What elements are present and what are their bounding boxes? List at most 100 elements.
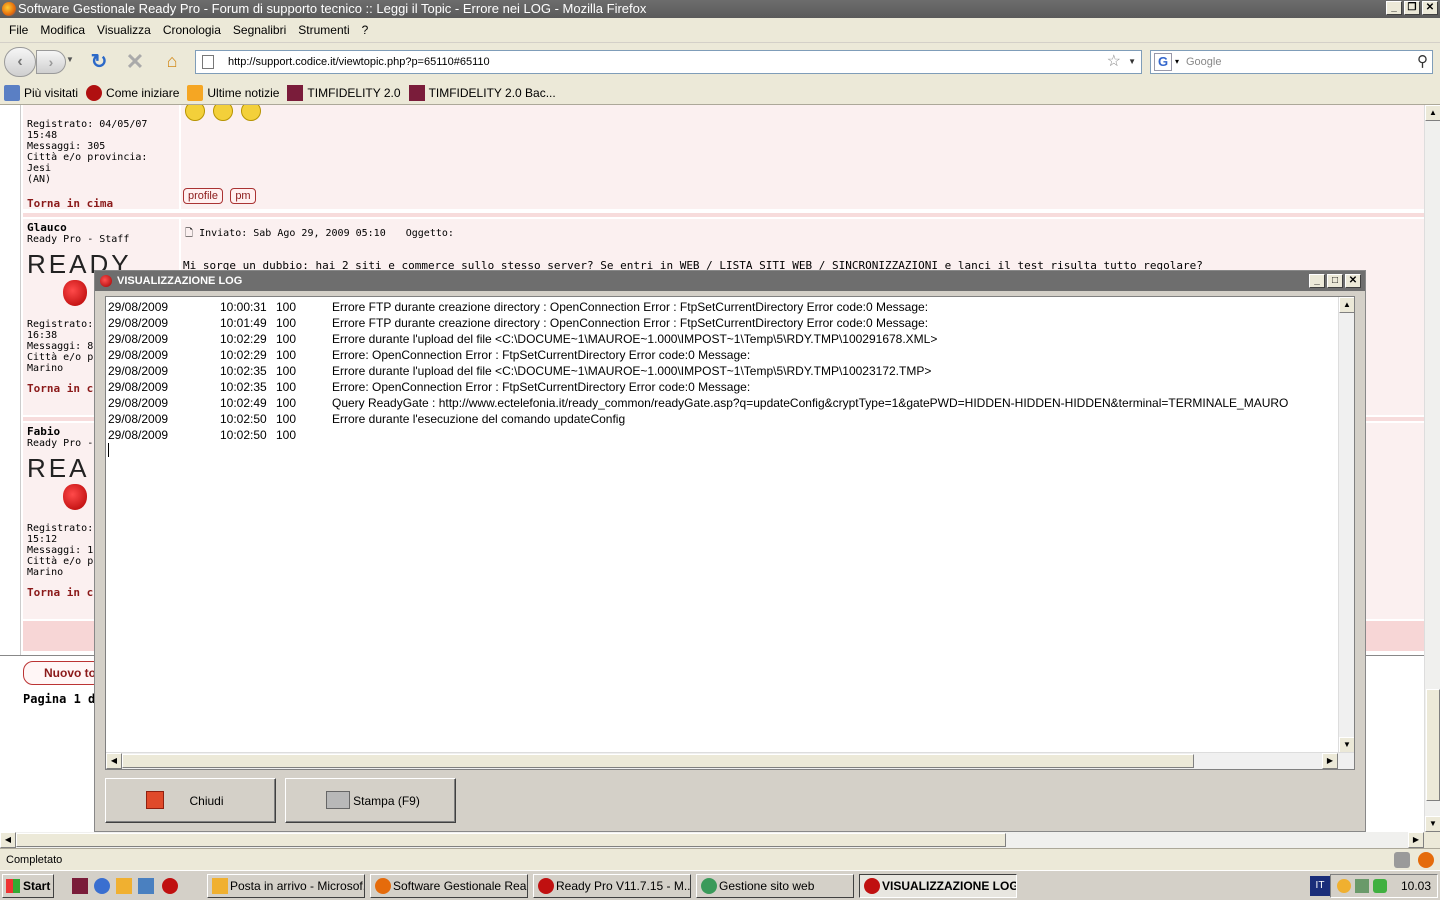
- task-log-window[interactable]: VISUALIZZAZIONE LOG: [859, 874, 1017, 898]
- firefox-icon: [375, 878, 391, 894]
- post-header: 🗋 Inviato: Sab Ago 29, 2009 05:10 Oggett…: [185, 226, 454, 243]
- google-icon[interactable]: G: [1154, 53, 1172, 71]
- start-button[interactable]: Start: [2, 874, 54, 898]
- city-continued: (AN): [27, 174, 52, 185]
- post-date: Inviato: Sab Ago 29, 2009 05:10: [199, 228, 386, 239]
- firefox-icon: [2, 2, 16, 16]
- menu-modifica[interactable]: Modifica: [34, 23, 91, 37]
- url-bar[interactable]: http://support.codice.it/viewtopic.php?p…: [195, 50, 1142, 74]
- task-firefox[interactable]: Software Gestionale Rea...: [370, 874, 528, 898]
- print-log-button[interactable]: Stampa (F9): [285, 778, 456, 823]
- forward-button[interactable]: ›: [36, 50, 66, 74]
- tim-quicklaunch-icon[interactable]: [72, 878, 88, 894]
- scroll-left-button[interactable]: ◀: [0, 832, 16, 848]
- desktop-quicklaunch-icon[interactable]: [138, 878, 154, 894]
- firefox-icon: [86, 84, 103, 101]
- author-name: Glauco: [27, 221, 67, 234]
- language-indicator[interactable]: IT: [1310, 876, 1330, 896]
- close-button[interactable]: ✕: [1422, 1, 1438, 15]
- tim-icon: [287, 84, 304, 101]
- scroll-up-button[interactable]: ▲: [1425, 105, 1440, 121]
- tray-security-icon[interactable]: [1373, 879, 1387, 893]
- close-button[interactable]: ✕: [1345, 274, 1361, 288]
- ie-quicklaunch-icon[interactable]: [94, 878, 110, 894]
- task-readypro[interactable]: Ready Pro V11.7.15 - M...: [533, 874, 691, 898]
- log-textarea[interactable]: 29/08/2009 10:00:31 100 Errore FTP durante …: [105, 296, 1355, 770]
- addon-icon: [1394, 852, 1410, 868]
- scroll-right-button[interactable]: ▶: [1322, 753, 1338, 769]
- tray-network-icon[interactable]: [1355, 879, 1369, 893]
- minimize-button[interactable]: _: [1309, 274, 1325, 288]
- bookmark-star-icon[interactable]: ☆: [1107, 51, 1121, 73]
- new-topic-button[interactable]: Nuovo to: [23, 661, 103, 685]
- back-to-top-link[interactable]: Torna in cima: [27, 197, 175, 210]
- scroll-up-button[interactable]: ▲: [1339, 297, 1354, 313]
- post-author-info: Registrato: 04/05/07 15:48 Messaggi: 305…: [23, 105, 179, 210]
- minimize-button[interactable]: _: [1386, 1, 1402, 15]
- history-dropdown-icon[interactable]: ▼: [66, 55, 74, 64]
- scroll-thumb[interactable]: [122, 754, 1194, 768]
- outlook-quicklaunch-icon[interactable]: [116, 878, 132, 894]
- scroll-left-button[interactable]: ◀: [106, 753, 122, 769]
- reload-icon[interactable]: ↻: [88, 51, 110, 73]
- close-log-button[interactable]: Chiudi: [105, 778, 276, 823]
- profile-button[interactable]: profile: [183, 188, 223, 204]
- search-engine-dropdown-icon[interactable]: ▾: [1175, 51, 1179, 73]
- stop-icon[interactable]: ✕: [124, 51, 146, 73]
- scroll-down-button[interactable]: ▼: [1425, 816, 1440, 832]
- navigation-toolbar: ‹ › ▼ ↻ ✕ ⌂ http://support.codice.it/vie…: [0, 43, 1440, 81]
- post-separator: [23, 213, 1424, 217]
- url-text[interactable]: http://support.codice.it/viewtopic.php?p…: [228, 51, 490, 73]
- scroll-thumb[interactable]: [16, 833, 1006, 847]
- page-vertical-scrollbar[interactable]: ▲ ▼: [1424, 105, 1440, 832]
- menu-visualizza[interactable]: Visualizza: [91, 23, 157, 37]
- smiley-icon: [241, 105, 261, 121]
- task-outlook[interactable]: Posta in arrivo - Microsof...: [207, 874, 365, 898]
- task-gestione-sito[interactable]: Gestione sito web: [696, 874, 854, 898]
- post-body-area: profile pm: [181, 105, 1424, 209]
- back-button[interactable]: ‹: [4, 47, 36, 77]
- search-bar[interactable]: G ▾ Google ⚲: [1150, 50, 1433, 74]
- clock: 10.03: [1400, 879, 1431, 893]
- bookmark-piu-visitati[interactable]: Più visitati: [4, 84, 78, 101]
- log-dialog-title: VISUALIZZAZIONE LOG: [117, 275, 243, 287]
- bookmark-come-iniziare[interactable]: Come iniziare: [86, 84, 179, 101]
- search-input[interactable]: Google: [1186, 51, 1221, 73]
- menu-segnalibri[interactable]: Segnalibri: [227, 23, 292, 37]
- bookmark-timfidelity[interactable]: TIMFIDELITY 2.0: [287, 84, 401, 101]
- strawberry-icon: [538, 878, 554, 894]
- menu-strumenti[interactable]: Strumenti: [292, 23, 355, 37]
- post-icon: 🗋: [185, 228, 194, 239]
- log-dialog-titlebar[interactable]: VISUALIZZAZIONE LOG _ □ ✕: [95, 271, 1365, 291]
- readypro-quicklaunch-icon[interactable]: [162, 878, 178, 894]
- url-dropdown-icon[interactable]: ▼: [1128, 51, 1136, 73]
- bookmark-ultime-notizie[interactable]: Ultime notizie: [187, 84, 279, 101]
- bookmarks-toolbar: Più visitati Come iniziare Ultime notizi…: [0, 81, 1440, 105]
- scroll-down-button[interactable]: ▼: [1339, 737, 1354, 753]
- text-caret: [108, 443, 109, 457]
- log-vertical-scrollbar[interactable]: ▲ ▼: [1338, 297, 1354, 753]
- menu-file[interactable]: File: [3, 23, 34, 37]
- log-horizontal-scrollbar[interactable]: ◀ ▶: [106, 752, 1354, 769]
- home-icon[interactable]: ⌂: [160, 49, 184, 73]
- maximize-button[interactable]: □: [1327, 274, 1343, 288]
- menu-cronologia[interactable]: Cronologia: [157, 23, 227, 37]
- pm-button[interactable]: pm: [230, 188, 256, 204]
- page-horizontal-scrollbar[interactable]: ◀ ▶: [0, 832, 1424, 848]
- bookmark-timfidelity-bac[interactable]: TIMFIDELITY 2.0 Bac...: [408, 84, 556, 101]
- window-title: Software Gestionale Ready Pro - Forum di…: [18, 1, 647, 16]
- scroll-thumb[interactable]: [1426, 689, 1440, 801]
- strawberry-icon: [864, 878, 880, 894]
- restore-button[interactable]: ❐: [1404, 1, 1420, 15]
- registration-time: 15:48: [27, 130, 58, 141]
- menu-help[interactable]: ?: [356, 23, 375, 37]
- tray-clock-icon[interactable]: [1337, 879, 1351, 893]
- scroll-right-button[interactable]: ▶: [1408, 832, 1424, 848]
- message-count: Messaggi: 305: [27, 141, 106, 152]
- strawberry-logo: [63, 484, 87, 510]
- pagination-text: Pagina 1 di: [23, 692, 103, 706]
- strawberry-icon: [100, 275, 112, 287]
- strawberry-logo: [63, 280, 87, 306]
- windows-logo-icon: [6, 879, 20, 893]
- search-icon[interactable]: ⚲: [1417, 51, 1428, 73]
